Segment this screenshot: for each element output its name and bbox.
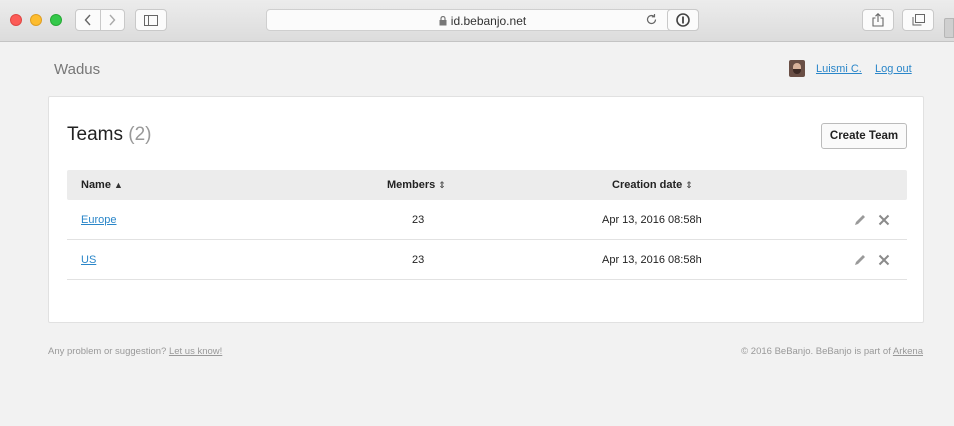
brand-name: Wadus [54,61,101,78]
close-window-button[interactable] [10,14,22,26]
avatar-beard [793,69,801,74]
minimize-window-button[interactable] [30,14,42,26]
sort-ascending-icon: ▲ [113,180,123,190]
teams-card: Teams (2) Create Team Name ▲ Members ⇕ Cre… [48,96,924,323]
address-bar[interactable]: id.bebanjo.net [266,9,699,31]
close-icon[interactable] [877,253,891,267]
sort-icon: ⇕ [685,180,693,190]
feedback-link[interactable]: Let us know! [169,346,222,357]
team-creation-date: Apr 13, 2016 08:58h [602,254,702,266]
table-row: US 23 Apr 13, 2016 08:58h [67,240,907,280]
teams-table: Name ▲ Members ⇕ Creation date ⇕ Europe 23 … [67,170,907,280]
column-header-members[interactable]: Members ⇕ [387,179,446,191]
sidebar-toggle-button[interactable] [135,9,167,31]
chevron-right-icon [109,14,116,26]
table-header: Name ▲ Members ⇕ Creation date ⇕ [67,170,907,200]
column-date-label: Creation date [612,179,683,191]
password-manager-button[interactable] [667,9,699,31]
team-name-link[interactable]: US [81,254,96,266]
edit-icon[interactable] [853,253,867,267]
url-text: id.bebanjo.net [450,14,527,28]
back-button[interactable] [76,10,100,30]
teams-count: (2) [128,124,152,145]
share-icon [872,13,884,27]
team-creation-date: Apr 13, 2016 08:58h [602,214,702,226]
teams-title-text: Teams [67,124,123,145]
forward-button[interactable] [101,10,125,30]
team-members-count: 23 [412,254,425,266]
table-row: Europe 23 Apr 13, 2016 08:58h [67,200,907,240]
arkena-link[interactable]: Arkena [893,346,923,357]
history-nav-group [75,9,125,31]
page-title: Teams (2) [67,124,151,146]
column-name-label: Name [81,179,111,191]
browser-toolbar: id.bebanjo.net [0,0,954,42]
close-icon[interactable] [877,213,891,227]
footer-prompt: Any problem or suggestion? [48,346,167,357]
tabs-icon [912,14,925,26]
column-header-name[interactable]: Name ▲ [81,179,123,191]
create-team-button[interactable]: Create Team [821,123,907,149]
new-tab-edge[interactable] [944,18,954,38]
lock-icon [439,16,447,26]
share-button[interactable] [862,9,894,31]
address-url: id.bebanjo.net [267,14,698,28]
logout-link[interactable]: Log out [875,63,912,75]
column-members-label: Members [387,179,436,191]
sidebar-icon [144,14,158,26]
password-manager-icon [676,13,690,27]
copyright-text: © 2016 BeBanjo. BeBanjo is part of [741,346,891,357]
sort-icon: ⇕ [438,180,446,190]
footer-feedback: Any problem or suggestion? Let us know! [48,346,222,357]
edit-icon[interactable] [853,213,867,227]
footer-copyright: © 2016 BeBanjo. BeBanjo is part of Arken… [741,346,923,357]
team-members-count: 23 [412,214,425,226]
reload-icon[interactable] [645,13,658,26]
team-name-link[interactable]: Europe [81,214,116,226]
show-tabs-button[interactable] [902,9,934,31]
column-header-creation-date[interactable]: Creation date ⇕ [612,179,693,191]
avatar [789,60,805,77]
chevron-left-icon [84,14,91,26]
zoom-window-button[interactable] [50,14,62,26]
user-profile-link[interactable]: Luismi C. [816,63,862,75]
